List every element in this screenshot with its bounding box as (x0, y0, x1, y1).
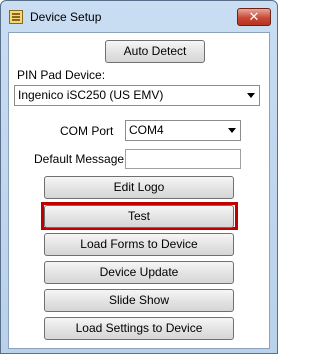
default-message-input[interactable] (125, 149, 241, 169)
pinpad-device-select[interactable]: Ingenico iSC250 (US EMV) (14, 85, 260, 106)
test-button[interactable]: Test (44, 205, 234, 228)
auto-detect-button[interactable]: Auto Detect (105, 40, 205, 63)
close-button[interactable]: ✕ (237, 8, 271, 26)
device-setup-window: Device Setup ✕ Auto Detect PIN Pad Devic… (0, 0, 278, 354)
chevron-down-icon (247, 93, 255, 98)
chevron-down-icon (228, 128, 236, 133)
client-area: Auto Detect PIN Pad Device: Ingenico iSC… (8, 32, 270, 349)
app-icon (9, 10, 23, 24)
slide-show-button[interactable]: Slide Show (44, 289, 234, 312)
com-port-select[interactable]: COM4 (125, 120, 241, 141)
com-port-value: COM4 (129, 123, 164, 137)
device-update-button[interactable]: Device Update (44, 261, 234, 284)
load-settings-button[interactable]: Load Settings to Device (44, 317, 234, 340)
window-title: Device Setup (30, 10, 102, 24)
edit-logo-button[interactable]: Edit Logo (44, 176, 234, 199)
com-port-label: COM Port (60, 124, 114, 138)
title-bar[interactable]: Device Setup ✕ (1, 1, 277, 31)
default-message-label: Default Message (34, 152, 125, 166)
pinpad-device-label: PIN Pad Device: (17, 68, 106, 82)
pinpad-device-value: Ingenico iSC250 (US EMV) (18, 88, 164, 102)
load-forms-button[interactable]: Load Forms to Device (44, 233, 234, 256)
